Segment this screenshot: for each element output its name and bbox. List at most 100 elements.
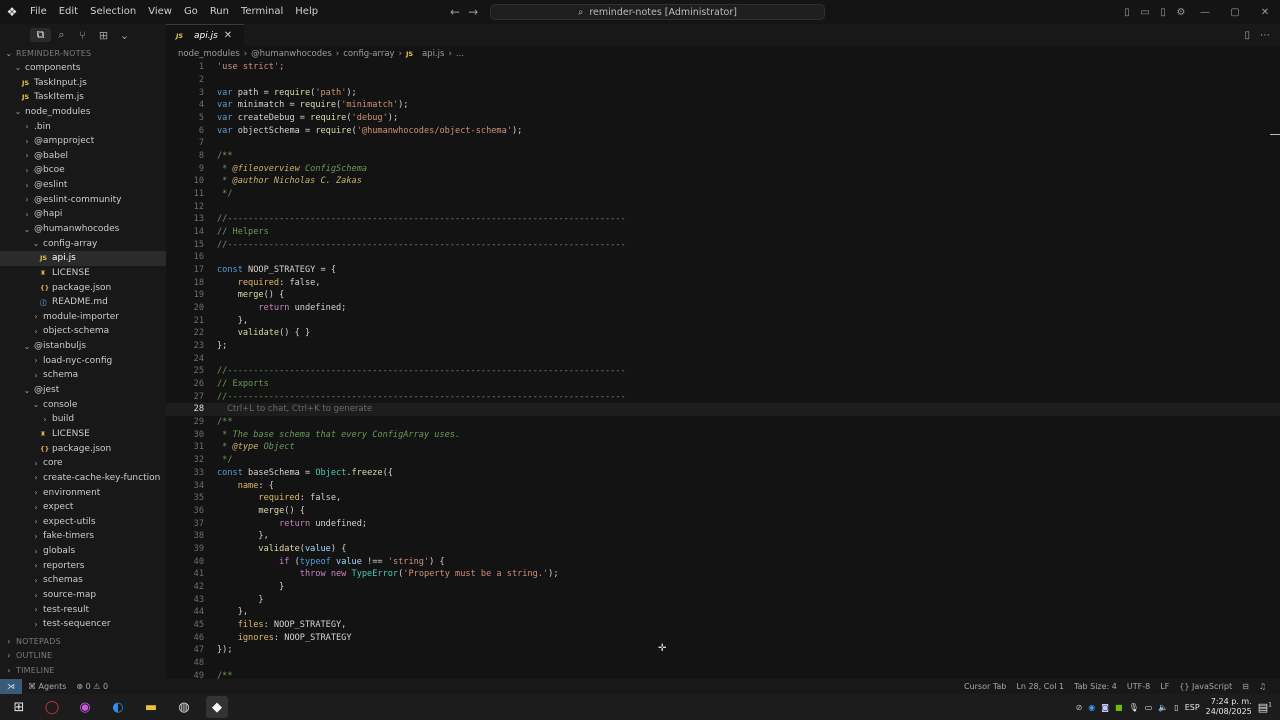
code-line[interactable]: 26 // Exports [166, 378, 1280, 391]
code-line[interactable]: 39 validate(value) { [166, 543, 1280, 556]
source-control-icon[interactable]: ⑂ [72, 29, 93, 42]
sidebar-section-timeline[interactable]: › TIMELINE [0, 663, 166, 678]
code-line[interactable]: 20 return undefined; [166, 302, 1280, 315]
breadcrumb-item[interactable]: api.js [422, 49, 444, 59]
more-views-chevron-icon[interactable]: ⌄ [114, 29, 135, 42]
tree-item[interactable]: ⌄ @humanwhocodes [0, 222, 166, 237]
code-line[interactable]: 3 var path = require('path'); [166, 86, 1280, 99]
cursor-position-status[interactable]: Ln 28, Col 1 [1016, 682, 1064, 691]
tree-item[interactable]: {} package.json [0, 441, 166, 456]
code-line[interactable]: 47}); [166, 644, 1280, 657]
menu-item-run[interactable]: Run [204, 0, 235, 24]
code-line[interactable]: 9 * @fileoverview ConfigSchema [166, 162, 1280, 175]
code-line[interactable]: 40 if (typeof value !== 'string') { [166, 555, 1280, 568]
notification-center-icon[interactable]: ▤1 [1258, 701, 1272, 714]
code-line[interactable]: 8 /** [166, 150, 1280, 163]
code-line[interactable]: 11 */ [166, 188, 1280, 201]
search-view-icon[interactable]: ⌕ [51, 28, 72, 42]
close-window-icon[interactable]: ✕ [1250, 7, 1280, 18]
tree-item[interactable]: › environment [0, 485, 166, 500]
code-line[interactable]: 33 const baseSchema = Object.freeze({ [166, 467, 1280, 480]
tree-item[interactable]: ♜ LICENSE [0, 427, 166, 442]
code-line[interactable]: 18 required: false, [166, 276, 1280, 289]
agents-status[interactable]: ⌘ Agents [28, 682, 66, 691]
menu-item-file[interactable]: File [24, 0, 53, 24]
code-line[interactable]: 28 Ctrl+L to chat, Ctrl+K to generate [166, 403, 1280, 416]
tree-item[interactable]: ⓘ README.md [0, 295, 166, 310]
tree-item[interactable]: › @babel [0, 148, 166, 163]
tree-item[interactable]: ⌄ node_modules [0, 105, 166, 120]
code-line[interactable]: 42 } [166, 581, 1280, 594]
tree-item[interactable]: › schemas [0, 573, 166, 588]
tree-item[interactable]: › object-schema [0, 324, 166, 339]
code-line[interactable]: 27 //------------------------------------… [166, 390, 1280, 403]
menu-item-view[interactable]: View [142, 0, 178, 24]
code-line[interactable]: 14 // Helpers [166, 226, 1280, 239]
code-line[interactable]: 48 [166, 657, 1280, 670]
explorer-root-header[interactable]: ⌄ REMINDER-NOTES [0, 46, 166, 61]
explorer-icon[interactable]: ⧉ [30, 28, 51, 42]
sidebar-section-outline[interactable]: › OUTLINE [0, 649, 166, 664]
layout-icon[interactable]: ⊟ [1242, 682, 1249, 691]
toggle-secondary-sidebar-icon[interactable]: ▯ [1154, 7, 1172, 18]
language-status[interactable]: {} JavaScript [1179, 682, 1232, 691]
breadcrumb-item[interactable]: config-array [343, 49, 394, 59]
microphone-icon[interactable]: 🎙 [1129, 703, 1139, 712]
tree-item[interactable]: › fake-timers [0, 529, 166, 544]
extensions-icon[interactable]: ⊞ [93, 29, 114, 42]
more-actions-icon[interactable]: ⋯ [1260, 30, 1270, 41]
opera-browser-icon[interactable]: ◯ [41, 696, 63, 718]
tree-item[interactable]: › @ampproject [0, 134, 166, 149]
battery-icon[interactable]: ▯ [1174, 703, 1178, 712]
command-center[interactable]: ⌕ reminder-notes [Administrator] [490, 4, 825, 20]
tab-api-js[interactable]: JS api.js ✕ [166, 24, 245, 46]
code-line[interactable]: 35 required: false, [166, 492, 1280, 505]
code-line[interactable]: 37 return undefined; [166, 517, 1280, 530]
tree-item[interactable]: › reporters [0, 558, 166, 573]
maximize-icon[interactable]: ▢ [1220, 7, 1250, 18]
nvidia-icon[interactable]: ■ [1115, 703, 1123, 712]
tree-item[interactable]: ⌄ components [0, 61, 166, 76]
code-line[interactable]: 23}; [166, 340, 1280, 353]
split-editor-icon[interactable]: ▯ [1244, 30, 1250, 41]
code-line[interactable]: 15 //------------------------------------… [166, 238, 1280, 251]
tree-item[interactable]: › @bcoe [0, 163, 166, 178]
problems-status[interactable]: ⊗ 0 ⚠ 0 [76, 682, 108, 691]
code-line[interactable]: 13 //------------------------------------… [166, 213, 1280, 226]
code-line[interactable]: 7 [166, 137, 1280, 150]
code-line[interactable]: 1 'use strict'; [166, 61, 1280, 74]
menu-item-go[interactable]: Go [178, 0, 204, 24]
code-line[interactable]: 45 files: NOOP_STRATEGY, [166, 619, 1280, 632]
tree-item[interactable]: › test-sequencer [0, 617, 166, 632]
tree-item[interactable]: JS TaskInput.js [0, 75, 166, 90]
tree-item[interactable]: ⌄ @istanbuljs [0, 339, 166, 354]
code-line[interactable]: 46 ignores: NOOP_STRATEGY [166, 631, 1280, 644]
code-editor[interactable]: 1'use strict'; 2 3 var path = require('path… [166, 61, 1280, 679]
code-line[interactable]: 17 const NOOP_STRATEGY = { [166, 264, 1280, 277]
tray-app-icon[interactable]: ◉ [1088, 703, 1095, 712]
forward-arrow-icon[interactable]: → [468, 5, 478, 19]
tree-item[interactable]: ⌄ @jest [0, 383, 166, 398]
code-line[interactable]: 36 merge() { [166, 505, 1280, 518]
code-line[interactable]: 38 }, [166, 530, 1280, 543]
code-line[interactable]: 4 var minimatch = require('minimatch'); [166, 99, 1280, 112]
edge-browser-icon[interactable]: ◐ [107, 696, 129, 718]
tree-item[interactable]: › expect-utils [0, 515, 166, 530]
tree-item[interactable]: ⌄ config-array [0, 236, 166, 251]
tree-item[interactable]: › source-map [0, 588, 166, 603]
code-line[interactable]: 31 * @type Object [166, 441, 1280, 454]
tree-item[interactable]: › test-result [0, 602, 166, 617]
tree-item[interactable]: › @hapi [0, 207, 166, 222]
minimize-icon[interactable]: — [1190, 7, 1220, 18]
language-indicator[interactable]: ESP [1185, 703, 1200, 712]
volume-icon[interactable]: 🔈 [1158, 703, 1168, 712]
tree-item[interactable]: › globals [0, 544, 166, 559]
menu-item-edit[interactable]: Edit [53, 0, 84, 24]
tree-item[interactable]: › create-cache-key-function [0, 471, 166, 486]
code-line[interactable]: 34 name: { [166, 479, 1280, 492]
code-line[interactable]: 5 var createDebug = require('debug'); [166, 112, 1280, 125]
code-line[interactable]: 21 }, [166, 314, 1280, 327]
code-line[interactable]: 32 */ [166, 454, 1280, 467]
code-line[interactable]: 44 }, [166, 606, 1280, 619]
sidebar-section-notepads[interactable]: › NOTEPADS [0, 634, 166, 649]
